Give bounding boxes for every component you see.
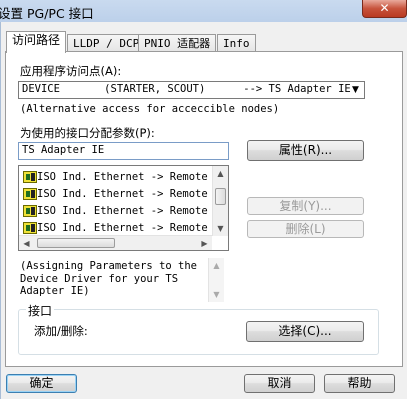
add-remove-label: 添加/删除: (34, 324, 88, 338)
window-title: 设置 PG/PC 接口 (0, 6, 94, 21)
tab-label: LLDP / DCP (73, 37, 140, 50)
list-item-label: ISO Ind. Ethernet -> Remote (37, 171, 208, 183)
network-adapter-icon (23, 171, 37, 183)
access-point-hint: (Alternative access for acceccible nodes… (20, 103, 280, 115)
scroll-down-icon[interactable]: ▼ (213, 221, 228, 236)
list-horizontal-scrollbar[interactable]: ◀ ▶ (19, 235, 212, 250)
description-scrollbar[interactable]: ▲ ▼ (208, 258, 224, 302)
scroll-up-icon[interactable]: ▲ (209, 258, 224, 273)
scroll-right-icon[interactable]: ▶ (197, 236, 212, 250)
ok-button[interactable]: 确定 (6, 374, 77, 393)
title-bar: 设置 PG/PC 接口 ✕ (0, 0, 407, 22)
select-button[interactable]: 选择(C)... (246, 321, 364, 342)
scroll-thumb[interactable] (37, 238, 115, 248)
tab-lldp-dcp[interactable]: LLDP / DCP (67, 34, 146, 52)
scroll-up-icon[interactable]: ▲ (213, 166, 228, 181)
tab-label: 访问路径 (12, 33, 61, 47)
delete-button[interactable]: 删除(L) (247, 220, 364, 238)
tab-pnio-adapter[interactable]: PNIO 适配器 (138, 34, 217, 52)
interface-field[interactable]: TS Adapter IE (18, 142, 229, 160)
access-point-value: DEVICE (STARTER, SCOUT) --> TS Adapter I… (22, 83, 351, 95)
groupbox-title: 接口 (26, 302, 55, 319)
close-button[interactable]: ✕ (362, 0, 407, 18)
scroll-left-icon[interactable]: ◀ (19, 236, 34, 250)
interface-label: 为使用的接口分配参数(P): (20, 126, 155, 140)
properties-button[interactable]: 属性(R)... (247, 140, 364, 161)
network-adapter-icon (23, 205, 37, 217)
access-point-label: 应用程序访问点(A): (20, 64, 122, 78)
tab-label: PNIO 适配器 (144, 37, 211, 50)
network-adapter-icon (23, 188, 37, 200)
interface-description: (Assigning Parameters to the Device Driv… (20, 260, 198, 297)
scroll-thumb[interactable] (215, 188, 226, 205)
help-button[interactable]: 帮助 (324, 374, 395, 393)
list-vertical-scrollbar[interactable]: ▲ ▼ (212, 166, 228, 236)
close-icon: ✕ (379, 1, 390, 15)
copy-button[interactable]: 复制(Y)... (247, 197, 364, 215)
scroll-down-icon[interactable]: ▼ (209, 287, 224, 302)
access-point-combobox[interactable]: DEVICE (STARTER, SCOUT) --> TS Adapter I… (18, 81, 365, 99)
chevron-down-icon[interactable]: ▼ (348, 83, 363, 97)
list-item-label: ISO Ind. Ethernet -> Remote (37, 205, 208, 217)
network-adapter-icon (23, 222, 37, 234)
tab-access-path[interactable]: 访问路径 (6, 31, 67, 53)
list-item-label: ISO Ind. Ethernet -> Remote (37, 188, 208, 200)
tab-info[interactable]: Info (217, 34, 256, 52)
tab-label: Info (223, 37, 250, 50)
cancel-button[interactable]: 取消 (244, 374, 315, 393)
interface-list[interactable]: ISO Ind. Ethernet -> Remote ISO Ind. Eth… (18, 165, 229, 251)
